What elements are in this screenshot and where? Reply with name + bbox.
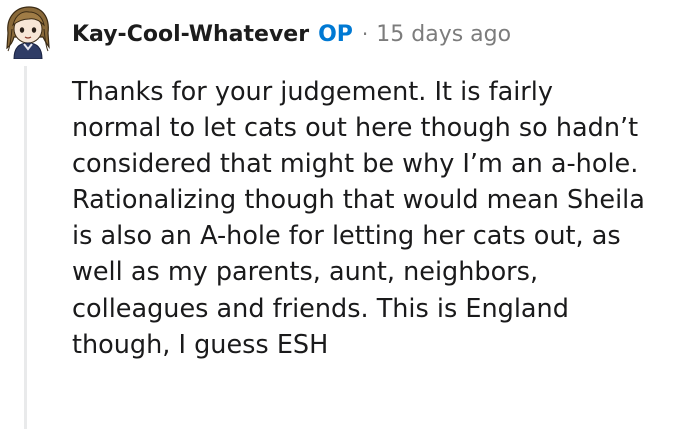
meta-separator: · (361, 22, 369, 46)
comment-timestamp[interactable]: 15 days ago (376, 22, 511, 47)
user-avatar[interactable] (2, 3, 54, 60)
comment: Kay-Cool-Whatever OP · 15 days ago Thank… (0, 0, 700, 429)
op-badge: OP (318, 21, 353, 47)
comment-text-line: Rationalizing though that would mean She… (72, 185, 645, 216)
comment-text-line: is also an A-hole for letting her cats o… (72, 221, 621, 252)
comment-text-line: though, I guess ESH (72, 329, 329, 360)
comment-text-line: Thanks for your judgement. It is fairly (72, 77, 553, 107)
comment-header: Kay-Cool-Whatever OP · 15 days ago (72, 17, 511, 51)
avatar-icon (2, 3, 54, 60)
comment-text-line: considered that might be why I’m an a-ho… (72, 149, 639, 180)
comment-text-line: well as my parents, aunt, neighbors, (72, 257, 539, 288)
comment-body: Thanks for your judgement. It is fairly … (72, 74, 696, 363)
comment-text-line: colleagues and friends. This is England (72, 293, 569, 324)
comment-text-line: normal to let cats out here though so ha… (72, 113, 639, 144)
username-link[interactable]: Kay-Cool-Whatever (72, 22, 309, 47)
thread-collapse-line[interactable] (24, 66, 27, 429)
